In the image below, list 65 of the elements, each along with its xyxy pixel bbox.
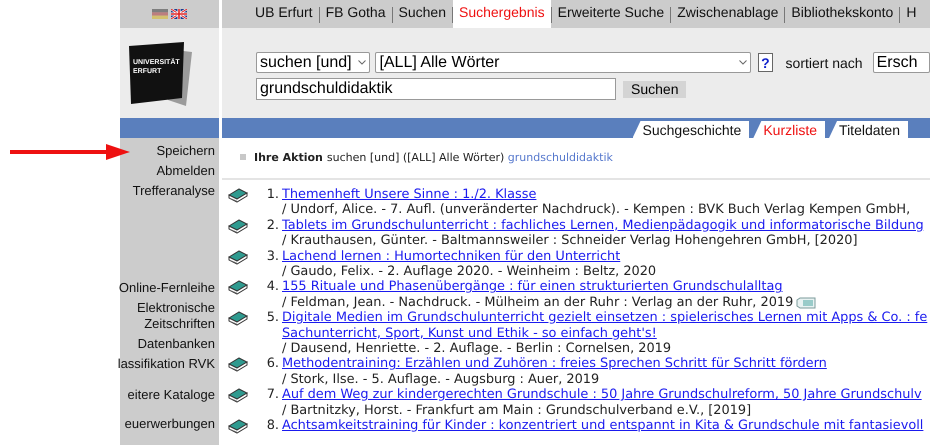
nav-link[interactable]: Suchen bbox=[392, 0, 452, 28]
result-number: 6. bbox=[266, 356, 280, 374]
result-title-link[interactable]: Themenheft Unsere Sinne : 1./2. Klasse bbox=[282, 187, 536, 202]
result-title-link[interactable]: Sachunterricht, Sport, Kunst und Ethik - so einfach geht's! bbox=[282, 326, 657, 342]
result-details: / Undorf, Alice. - 7. Aufl. (unveränderter Nachdruck). - Kempen : BVK Buch Verlag Kempen GmbH, bbox=[282, 202, 910, 218]
search-field[interactable]: grundschuldidaktik bbox=[256, 78, 616, 100]
result-details: / Dausend, Henriette. - 2. Auflage. - Berlin : Cornelsen, 2019 bbox=[282, 341, 672, 356]
book-icon bbox=[228, 418, 248, 436]
result-title-link[interactable]: 155 Rituale und Phasenübergänge : für einen strukturierten Grundschulalltag bbox=[282, 279, 783, 295]
nav-link[interactable]: UB Erfurt bbox=[249, 0, 319, 28]
help-button[interactable]: ? bbox=[758, 53, 773, 72]
result-number: 1. bbox=[266, 187, 280, 204]
result-title-link[interactable]: Digitale Medien im Grundschulunterricht gezielt einsetzen : spielerisches Lernen mit Apps & Co. : fe bbox=[282, 310, 928, 326]
sidebar-link[interactable]: Trefferanalyse bbox=[132, 183, 215, 199]
book-icon bbox=[228, 187, 248, 204]
book-icon bbox=[228, 387, 248, 404]
result-number: 2. bbox=[266, 218, 280, 235]
nav-link[interactable]: Zwischenablage bbox=[671, 0, 784, 28]
action-text: Ihre Aktion suchen [und] ([ALL] Alle Wörter) grundschuldidaktik bbox=[254, 150, 613, 164]
result-number: 3. bbox=[266, 248, 280, 266]
result-title-link[interactable]: Achtsamkeitstraining für Kinder : konzentriert und entspannt in Kita & Grundschule mit fantasievoll bbox=[282, 418, 924, 434]
sidebar-link[interactable]: eitere Kataloge bbox=[128, 387, 215, 403]
result-number: 8. bbox=[266, 418, 280, 436]
result-title-link[interactable]: Methodentraining: Erzählen und Zuhören : freies Sprechen Schritt für Schritt fördern bbox=[282, 356, 827, 372]
bullet-icon bbox=[240, 154, 246, 160]
search-button[interactable]: Suchen bbox=[623, 80, 686, 98]
result-details: / Krauthausen, Günter. - Baltmannsweiler : Schneider Verlag Hohengehren GmbH, [2020] bbox=[282, 233, 858, 249]
book-icon bbox=[228, 248, 248, 266]
book-icon bbox=[228, 310, 248, 328]
result-title-link[interactable]: Auf dem Weg zur kindergerechten Grundschule : 50 Jahre Grundschulreform, 50 Jahre Grundschulv bbox=[282, 387, 922, 403]
sidebar-link[interactable]: Online-Fernleihe bbox=[118, 280, 215, 296]
nav-link[interactable]: H bbox=[900, 0, 922, 28]
result-details: / Gaudo, Felix. - 2. Auflage 2020. - Weinheim : Beltz, 2020 bbox=[282, 264, 656, 280]
dropdown[interactable]: Ersch bbox=[872, 52, 930, 73]
sidebar-link[interactable]: Elektronische Zeitschriften bbox=[104, 300, 215, 332]
result-title-link[interactable]: Lachend lernen : Humortechniken für den Unterricht bbox=[282, 248, 620, 264]
nav-link[interactable]: FB Gotha bbox=[320, 0, 392, 28]
view-tab[interactable]: Kurzliste bbox=[753, 121, 826, 138]
sidebar-link[interactable]: euerwerbungen bbox=[124, 416, 215, 432]
nav-link[interactable]: Bibliothekskonto bbox=[785, 0, 900, 28]
dropdown[interactable]: [ALL] Alle Wörter bbox=[375, 52, 752, 73]
view-tab[interactable]: Titeldaten bbox=[829, 121, 908, 138]
document-icon[interactable] bbox=[796, 296, 816, 309]
sidebar-link[interactable]: Datenbanken bbox=[138, 336, 215, 352]
caret-icon bbox=[739, 60, 748, 65]
union-flag-icon[interactable] bbox=[171, 9, 187, 19]
book-icon bbox=[228, 356, 248, 374]
sidebar-link[interactable]: Speichern bbox=[156, 143, 215, 159]
result-details: / Feldman, Jean. - Nachdruck. - Mülheim an der Ruhr : Verlag an der Ruhr, 2019 bbox=[282, 294, 794, 310]
result-details: / Stork, Ilse. - 5. Auflage. - Augsburg : Auer, 2019 bbox=[282, 372, 600, 388]
dropdown[interactable]: suchen [und] bbox=[256, 52, 370, 73]
result-number: 7. bbox=[266, 387, 280, 404]
book-icon bbox=[228, 279, 248, 296]
result-number: 4. bbox=[266, 279, 280, 296]
result-number: 5. bbox=[266, 310, 280, 328]
result-details: / Bartnitzky, Horst. - Frankfurt am Main : Grundschulverband e.V., [2019] bbox=[282, 402, 752, 418]
result-title-link[interactable]: Tablets im Grundschulunterricht : fachliches Lernen, Medienpädagogik und informatorische Bildung bbox=[282, 218, 924, 234]
sidebar-link[interactable]: lassifikation RVK bbox=[118, 356, 215, 372]
view-tab[interactable]: Suchgeschichte bbox=[632, 121, 750, 138]
book-icon bbox=[228, 218, 248, 235]
nav-link[interactable]: Erweiterte Suche bbox=[552, 0, 670, 28]
sidebar-link[interactable]: Abmelden bbox=[156, 163, 215, 179]
caret-icon bbox=[358, 60, 366, 65]
nav-link[interactable]: Suchergebnis bbox=[452, 0, 551, 28]
sort-label: sortiert nach bbox=[786, 54, 863, 70]
